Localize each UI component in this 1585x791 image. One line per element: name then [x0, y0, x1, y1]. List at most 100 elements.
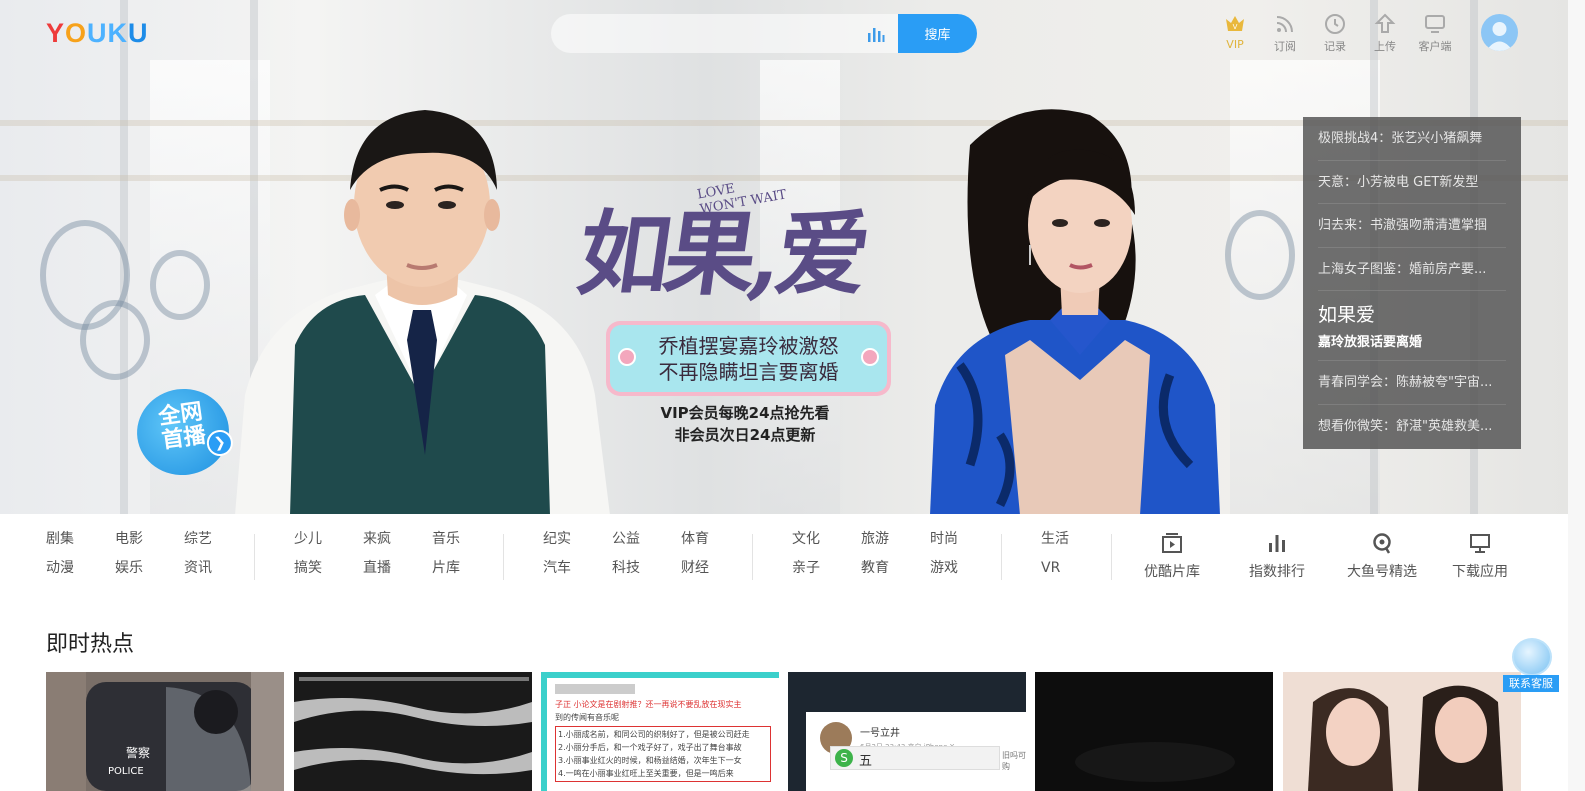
category-group: 剧集 电影 综艺 动漫 娱乐 资讯: [46, 529, 253, 579]
text-line: 2.小丽分手后，和一个戏子好了，戏子出了舞台事故: [558, 743, 742, 752]
vip-schedule-text: VIP会员每晚24点抢先看 非会员次日24点更新: [600, 402, 890, 446]
upload-icon: [1374, 13, 1396, 33]
category-link[interactable]: 资讯: [184, 558, 253, 579]
category-link[interactable]: 直播: [363, 558, 432, 579]
police-text-en: POLICE: [108, 766, 144, 777]
fish-icon: [1373, 533, 1391, 554]
divider: [1111, 534, 1112, 580]
dark-thumbnail-image: [1035, 672, 1273, 791]
search-box: 搜库: [551, 14, 977, 53]
svg-text:V: V: [1233, 23, 1238, 31]
tool-download[interactable]: 下载应用: [1452, 532, 1508, 581]
category-group: 纪实 公益 体育 汽车 科技 财经: [543, 529, 750, 579]
hero-actor-image: [235, 110, 610, 514]
video-thumbnail[interactable]: [1283, 672, 1521, 791]
video-thumbnail[interactable]: 一号立井 6月2日 23:43 来自 iPhone X S 五 旧吗可购: [788, 672, 1026, 791]
category-link[interactable]: 亲子: [792, 558, 861, 579]
vip-line2: 非会员次日24点更新: [674, 426, 816, 444]
actresses-thumbnail-image: [1283, 672, 1521, 791]
vip-line1: VIP会员每晚24点抢先看: [660, 404, 830, 422]
playlist-item[interactable]: 上海女子图鉴：婚前房产要...: [1318, 248, 1506, 291]
category-link[interactable]: 生活: [1041, 529, 1110, 550]
category-link[interactable]: 汽车: [543, 558, 612, 579]
headline-line1: 乔植摆宴嘉玲被激怒: [658, 333, 839, 358]
video-thumbnail[interactable]: 警察 POLICE: [46, 672, 284, 791]
text-screenshot: 子正 小论文是在剧射推？还一再说不要乱放在现实主 到的传闻有音乐呢 1.小丽成名…: [547, 678, 779, 791]
playlist-item-label: 天意：小芳被电 GET新发型: [1318, 174, 1479, 190]
desktop-icon: [1470, 534, 1490, 553]
nav-history[interactable]: 记录: [1310, 12, 1360, 56]
decor-dot: [618, 348, 636, 366]
scrollbar-track[interactable]: [1568, 0, 1585, 791]
tool-label: 大鱼号精选: [1347, 564, 1417, 580]
category-link[interactable]: 来疯: [363, 529, 432, 550]
crown-icon: V: [1226, 16, 1244, 31]
category-link[interactable]: 科技: [612, 558, 681, 579]
playlist-active-title: 如果爱: [1318, 304, 1376, 326]
category-link[interactable]: 音乐: [432, 529, 501, 550]
category-link[interactable]: 少儿: [294, 529, 363, 550]
category-link[interactable]: 综艺: [184, 529, 253, 550]
category-link[interactable]: 电影: [115, 529, 184, 550]
nav-subscribe[interactable]: 订阅: [1260, 12, 1310, 56]
video-thumbnail[interactable]: [1035, 672, 1273, 791]
category-link[interactable]: 动漫: [46, 558, 115, 579]
hero-actress-image: [930, 109, 1220, 514]
tool-film-library[interactable]: 优酷片库: [1144, 532, 1200, 581]
police-text: 警察: [126, 745, 150, 760]
video-thumbnail[interactable]: [294, 672, 532, 791]
playlist-item[interactable]: 极限挑战4：张艺兴小猪飙舞: [1318, 117, 1506, 161]
category-link[interactable]: 片库: [432, 558, 501, 579]
playlist-item[interactable]: 青春同学会：陈赫被夸"宇宙...: [1318, 361, 1506, 405]
playlist-item[interactable]: 想看你微笑：舒湛"英雄救美...: [1318, 405, 1506, 449]
category-link[interactable]: 旅游: [861, 529, 930, 550]
category-link[interactable]: 教育: [861, 558, 930, 579]
playlist-item-label: 归去来：书澈强吻萧清遭掌掴: [1318, 218, 1488, 233]
nav-history-label: 记录: [1324, 40, 1346, 53]
customer-service-button[interactable]: 联系客服: [1503, 638, 1559, 694]
top-bar: YOUKU 搜库 V VIP 订阅 记录 上传 客户端: [0, 0, 1568, 66]
show-title-art: 如果,爱 LOVE WON'T WAIT: [571, 150, 900, 320]
ime-toolbar: S 五: [830, 746, 1000, 770]
weibo-card: 一号立井 6月2日 23:43 来自 iPhone X S 五 旧吗可购: [806, 712, 1026, 791]
category-link[interactable]: 游戏: [930, 558, 999, 579]
decor-dot: [861, 348, 879, 366]
category-link[interactable]: 娱乐: [115, 558, 184, 579]
divider: [752, 534, 753, 580]
tool-ranking[interactable]: 指数排行: [1249, 532, 1305, 581]
nav-subscribe-label: 订阅: [1274, 40, 1296, 53]
youku-logo[interactable]: YOUKU: [46, 18, 149, 49]
nav-client[interactable]: 客户端: [1410, 12, 1460, 56]
nav-vip[interactable]: V VIP: [1210, 12, 1260, 56]
tool-dayu[interactable]: 大鱼号精选: [1347, 532, 1417, 581]
text-line: 4.一鸣在小丽事业红旺上至关重要，但是一鸣后来: [558, 769, 734, 778]
playlist-item-label: 极限挑战4：张艺兴小猪飙舞: [1318, 131, 1483, 146]
category-link[interactable]: 纪实: [543, 529, 612, 550]
weibo-name: 一号立井: [860, 728, 900, 739]
category-link[interactable]: VR: [1041, 558, 1110, 579]
text-line: 1.小丽成名前，和同公司的织制好了，但是被公司赶走: [558, 730, 750, 739]
voice-search-icon[interactable]: [867, 26, 885, 42]
category-link[interactable]: 剧集: [46, 529, 115, 550]
nav-upload[interactable]: 上传: [1360, 12, 1410, 56]
search-input[interactable]: [551, 14, 871, 53]
category-link[interactable]: 财经: [681, 558, 750, 579]
avatar[interactable]: [1481, 14, 1518, 51]
hero-banner[interactable]: 如果,爱 LOVE WON'T WAIT 乔植摆宴嘉玲被激怒 不再隐瞒坦言要离婚…: [0, 0, 1568, 514]
video-thumbnail[interactable]: 子正 小论文是在剧射推？还一再说不要乱放在现实主 到的传闻有音乐呢 1.小丽成名…: [541, 672, 779, 791]
category-link[interactable]: 体育: [681, 529, 750, 550]
tool-label: 指数排行: [1249, 564, 1305, 580]
divider: [254, 534, 255, 580]
abstract-thumbnail-image: [294, 672, 532, 791]
category-link[interactable]: 公益: [612, 529, 681, 550]
playlist-item[interactable]: 天意：小芳被电 GET新发型: [1318, 161, 1506, 204]
category-link[interactable]: 搞笑: [294, 558, 363, 579]
category-link[interactable]: 文化: [792, 529, 861, 550]
weibo-tail: 旧吗可购: [1002, 751, 1026, 771]
playlist-item-active[interactable]: 如果爱 嘉玲放狠话要离婚: [1318, 291, 1506, 361]
rss-icon: [1276, 16, 1293, 33]
category-link[interactable]: 时尚: [930, 529, 999, 550]
playlist-item[interactable]: 归去来：书澈强吻萧清遭掌掴: [1318, 204, 1506, 248]
category-nav: 剧集 电影 综艺 动漫 娱乐 资讯 少儿 来疯 音乐 搞笑 直播 片库 纪实 公…: [0, 514, 1568, 596]
search-button[interactable]: 搜库: [898, 14, 977, 53]
